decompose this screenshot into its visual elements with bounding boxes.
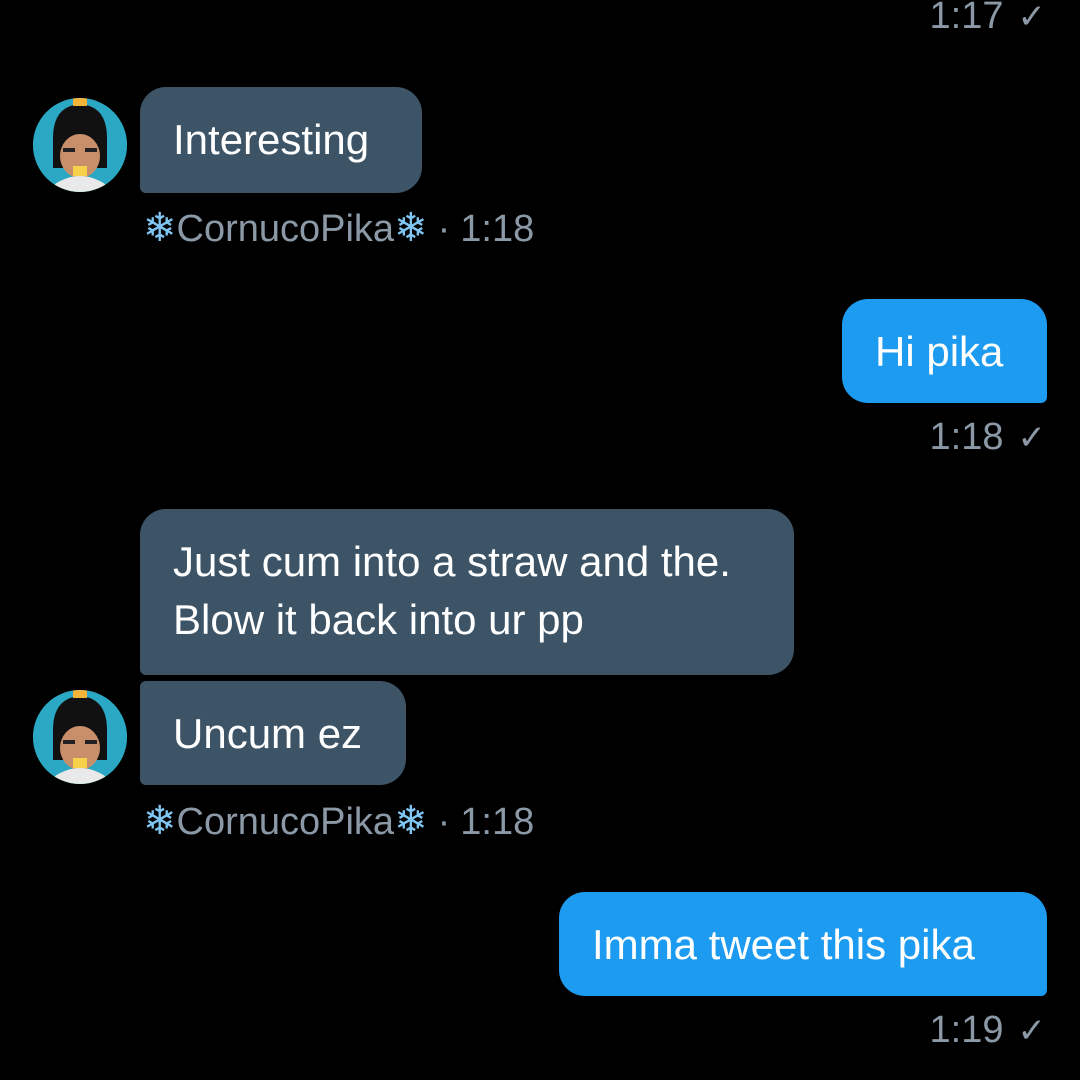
message-text: Hi pika (875, 328, 1004, 375)
message-text: Just cum into a straw and the. Blow it b… (173, 538, 731, 643)
message-timestamp: 1:18 (460, 801, 535, 843)
message-text: Imma tweet this pika (592, 921, 975, 968)
snowflake-icon: ❄ (394, 799, 428, 843)
message-timestamp: 1:19 (929, 1009, 1004, 1051)
avatar-icon (33, 98, 127, 192)
snowflake-icon: ❄ (143, 206, 177, 250)
snowflake-icon: ❄ (394, 206, 428, 250)
sender-name[interactable]: CornucoPika (177, 208, 395, 250)
message-status-row: 1:18 ✓ (930, 417, 1046, 458)
message-sender-row: ❄CornucoPika❄ · 1:18 (143, 208, 534, 249)
separator-dot: · (437, 208, 451, 250)
message-bubble-outgoing[interactable]: Hi pika (842, 299, 1047, 403)
message-sender-row: ❄CornucoPika❄ · 1:18 (143, 801, 534, 842)
message-bubble-incoming[interactable]: Interesting (140, 87, 422, 193)
dm-conversation-screen: 1:17 ✓ Interesting ❄CornucoPika❄ · 1:18 Hi … (0, 0, 1080, 1080)
check-icon: ✓ (1017, 1012, 1047, 1050)
check-icon: ✓ (1017, 419, 1047, 457)
separator-dot: · (437, 801, 451, 843)
message-status-row: 1:17 ✓ (930, 0, 1046, 37)
message-text: Interesting (173, 116, 370, 163)
message-status-row: 1:19 ✓ (930, 1010, 1046, 1051)
message-bubble-incoming[interactable]: Uncum ez (140, 681, 406, 785)
avatar[interactable] (33, 98, 127, 192)
check-icon: ✓ (1017, 0, 1047, 36)
snowflake-icon: ❄ (143, 799, 177, 843)
sender-name[interactable]: CornucoPika (177, 801, 395, 843)
message-timestamp: 1:18 (460, 208, 535, 250)
avatar-icon (33, 690, 127, 784)
avatar[interactable] (33, 690, 127, 784)
message-bubble-incoming[interactable]: Just cum into a straw and the. Blow it b… (140, 509, 794, 675)
message-bubble-outgoing[interactable]: Imma tweet this pika (559, 892, 1047, 996)
message-timestamp: 1:17 (929, 0, 1004, 37)
message-timestamp: 1:18 (929, 416, 1004, 458)
message-text: Uncum ez (173, 710, 363, 757)
